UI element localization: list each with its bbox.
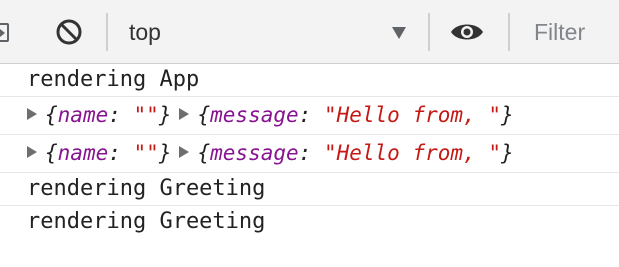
toolbar-divider <box>428 13 430 51</box>
object-preview[interactable]: {name: ""} <box>45 103 171 127</box>
object-preview[interactable]: {message: "Hello from, "} <box>197 103 513 127</box>
context-label: top <box>129 19 161 45</box>
toolbar-divider <box>106 13 108 51</box>
context-selector[interactable]: top <box>121 10 416 54</box>
expand-triangle-icon[interactable] <box>179 108 190 120</box>
clear-console-icon[interactable] <box>55 18 83 46</box>
console-messages: rendering App {name: ""} {message: "Hello… <box>0 64 619 239</box>
dropdown-arrow-icon <box>392 27 406 39</box>
object-preview[interactable]: {name: ""} <box>45 141 171 165</box>
console-message: {name: ""} {message: "Hello from, "} <box>0 135 619 173</box>
console-message: rendering Greeting <box>0 173 619 206</box>
log-text: rendering App <box>27 67 200 92</box>
console-toolbar: top <box>0 0 619 64</box>
toolbar-divider <box>508 13 510 51</box>
filter-input[interactable] <box>524 12 619 52</box>
expand-triangle-icon[interactable] <box>27 146 37 158</box>
expand-triangle-icon[interactable] <box>27 108 37 120</box>
expand-triangle-icon[interactable] <box>179 146 190 158</box>
console-message: rendering App <box>0 64 619 97</box>
sidebar-toggle-icon[interactable] <box>0 23 9 42</box>
console-message: rendering Greeting <box>0 206 619 239</box>
eye-icon[interactable] <box>449 19 485 45</box>
log-text: rendering Greeting <box>27 209 266 234</box>
console-message: {name: ""} {message: "Hello from, "} <box>0 97 619 135</box>
object-preview[interactable]: {message: "Hello from, "} <box>197 141 513 165</box>
log-text: rendering Greeting <box>27 176 266 201</box>
